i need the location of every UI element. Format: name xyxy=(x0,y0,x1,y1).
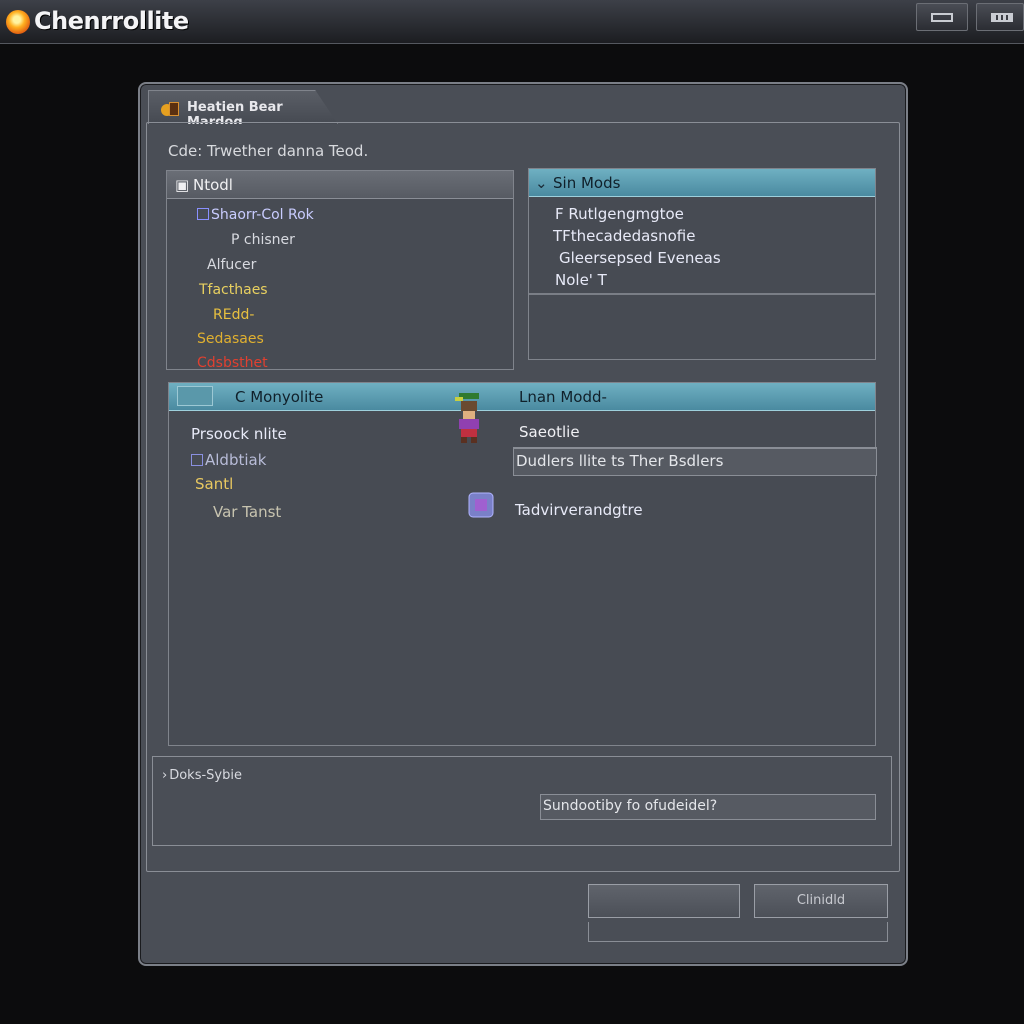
mod-tree-panel: ▣ Ntodl Shaorr-Col Rok P chisner Alfucer… xyxy=(166,170,514,371)
mod-tree-header: ▣ Ntodl xyxy=(167,171,513,199)
tree-item[interactable]: Sedasaes xyxy=(197,331,264,347)
detail-title: Saeotlie xyxy=(519,423,580,441)
tree-item[interactable]: Alfucer xyxy=(207,257,256,273)
node-icon xyxy=(197,208,209,220)
restore-window-button[interactable] xyxy=(916,3,968,31)
monitor-icon xyxy=(177,386,213,406)
main-header-left-label: C Monyolite xyxy=(235,388,324,406)
sin-mods-header-label: Sin Mods xyxy=(553,174,621,192)
app-logo-icon xyxy=(6,10,30,34)
footer-label: › Doks-Sybie xyxy=(162,768,242,783)
folder-icon: ▣ xyxy=(175,176,190,194)
main-mods-panel: C Monyolite Lnan Modd- Prsoock nlite Ald… xyxy=(168,382,877,746)
tree-item[interactable]: Shaorr-Col Rok xyxy=(197,207,314,223)
list-item[interactable]: Aldbtiak xyxy=(191,451,266,469)
list-item[interactable]: Var Tanst xyxy=(213,503,281,521)
list-item[interactable]: Santl xyxy=(195,475,233,493)
collapse-icon: ⌄ xyxy=(535,174,548,192)
button-row-frame xyxy=(588,922,888,942)
divider xyxy=(529,293,875,295)
arrow-icon: › xyxy=(162,768,168,783)
close-window-button[interactable] xyxy=(976,3,1024,31)
screen: Chenrrollite Heatien Bear Mardog Cde: Tr… xyxy=(0,0,1024,1024)
node-icon xyxy=(191,454,203,466)
character-sprite-icon xyxy=(455,393,479,443)
list-item[interactable]: TFthecadedasnofie xyxy=(553,227,696,245)
app-title-bar: Chenrrollite xyxy=(0,0,1024,44)
sin-mods-header: ⌄ Sin Mods xyxy=(529,169,875,197)
detail-field[interactable]: Dudlers llite ts Ther Bsdlers xyxy=(513,448,877,476)
dialog-tab[interactable]: Heatien Bear Mardog xyxy=(148,90,338,124)
list-item[interactable]: F Rutlgengmgtoe xyxy=(555,205,684,223)
dialog-subtitle: Cde: Trwether danna Teod. xyxy=(168,142,369,160)
sin-mods-panel: ⌄ Sin Mods F Rutlgengmgtoe TFthecadedasn… xyxy=(528,168,876,360)
list-item[interactable]: Prsoock nlite xyxy=(191,425,287,443)
tree-item[interactable]: Cdsbsthet xyxy=(197,355,268,371)
dialog-app-icon xyxy=(161,100,183,118)
ok-button[interactable] xyxy=(588,884,740,918)
main-mods-header: C Monyolite Lnan Modd- xyxy=(169,383,875,411)
mod-dialog: Heatien Bear Mardog Cde: Trwether danna … xyxy=(138,82,908,966)
cancel-button[interactable]: Clinidld xyxy=(754,884,888,918)
tree-item[interactable]: P chisner xyxy=(231,232,295,248)
footer-input[interactable]: Sundootiby fo ofudeidel? xyxy=(540,794,876,820)
main-header-right-label: Lnan Modd- xyxy=(519,388,607,406)
mod-tree-header-label: Ntodl xyxy=(193,176,233,194)
list-item[interactable]: Gleersepsed Eveneas xyxy=(559,249,721,267)
app-title: Chenrrollite xyxy=(34,7,189,35)
gem-icon xyxy=(468,492,494,518)
tree-item[interactable]: Tfacthaes xyxy=(199,282,268,298)
tree-item[interactable]: REdd- xyxy=(213,307,254,323)
list-item[interactable]: Tadvirverandgtre xyxy=(515,501,643,519)
list-item[interactable]: Nole' T xyxy=(555,271,607,289)
window-icon xyxy=(991,13,1013,22)
restore-icon xyxy=(931,13,953,22)
